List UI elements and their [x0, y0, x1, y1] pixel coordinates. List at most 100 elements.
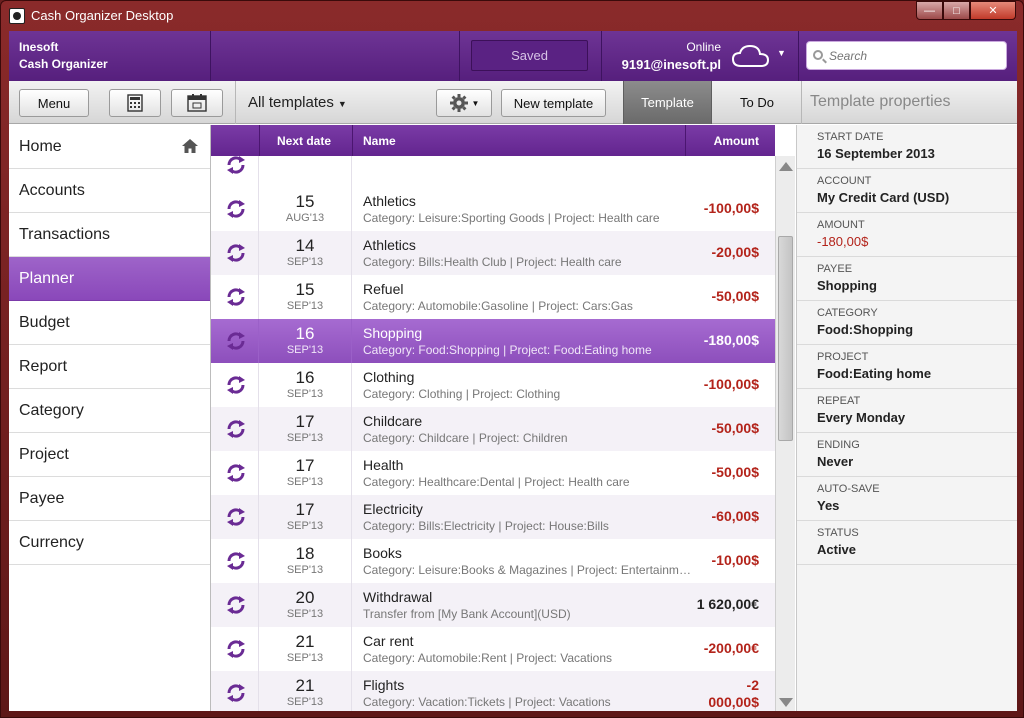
row-date: 14 SEP'13: [259, 231, 352, 275]
sidebar-item-payee[interactable]: Payee: [9, 477, 210, 521]
row-amount: -10,00$: [711, 552, 759, 568]
settings-button[interactable]: ▼: [436, 89, 492, 117]
close-button[interactable]: ✕: [970, 1, 1016, 20]
table-row[interactable]: 18 SEP'13 Books Category: Leisure:Books …: [211, 539, 775, 583]
column-header-name[interactable]: Name: [363, 134, 396, 148]
scroll-up-arrow[interactable]: [779, 162, 793, 171]
property-start-date[interactable]: START DATE 16 September 2013: [797, 125, 1017, 169]
property-category[interactable]: CATEGORY Food:Shopping: [797, 301, 1017, 345]
property-account[interactable]: ACCOUNT My Credit Card (USD): [797, 169, 1017, 213]
row-details: Category: Automobile:Gasoline | Project:…: [363, 299, 633, 313]
repeat-icon: [227, 244, 245, 262]
sidebar-item-label: Report: [19, 357, 68, 375]
repeat-icon: [227, 332, 245, 350]
repeat-icon: [227, 508, 245, 526]
sidebar-item-label: Accounts: [19, 181, 85, 199]
table-row[interactable]: 21 SEP'13 Flights Category: Vacation:Tic…: [211, 671, 775, 711]
tab-template[interactable]: Template: [623, 81, 712, 124]
row-date: 15 SEP'13: [259, 275, 352, 319]
home-icon[interactable]: [182, 139, 198, 153]
table-row[interactable]: 20 SEP'13 Withdrawal Transfer from [My B…: [211, 583, 775, 627]
search-box[interactable]: [806, 41, 1007, 70]
vertical-scrollbar[interactable]: [775, 156, 795, 711]
property-value: Shopping: [817, 278, 877, 293]
row-name-cell: Books Category: Leisure:Books & Magazine…: [363, 545, 693, 579]
row-name-cell: Refuel Category: Automobile:Gasoline | P…: [363, 281, 693, 315]
column-header-date[interactable]: Next date: [277, 134, 331, 148]
scroll-down-arrow[interactable]: [779, 698, 793, 707]
table-row[interactable]: JUL'13 Category: Pet Care:Food | Project…: [211, 156, 775, 187]
row-icon-cell: [211, 539, 259, 583]
minimize-button[interactable]: —: [916, 1, 943, 20]
sidebar-item-currency[interactable]: Currency: [9, 521, 210, 565]
property-repeat[interactable]: REPEAT Every Monday: [797, 389, 1017, 433]
title-bar[interactable]: Cash Organizer Desktop — □ ✕: [1, 1, 1023, 31]
sidebar-item-accounts[interactable]: Accounts: [9, 169, 210, 213]
table-row[interactable]: 21 SEP'13 Car rent Category: Automobile:…: [211, 627, 775, 671]
property-payee[interactable]: PAYEE Shopping: [797, 257, 1017, 301]
row-date: 18 SEP'13: [259, 539, 352, 583]
calculator-button[interactable]: [109, 89, 161, 117]
app-icon: [9, 8, 25, 24]
scroll-thumb[interactable]: [778, 236, 793, 441]
row-details: Category: Childcare | Project: Children: [363, 431, 568, 445]
property-value: 16 September 2013: [817, 146, 935, 161]
table-row[interactable]: 17 SEP'13 Health Category: Healthcare:De…: [211, 451, 775, 495]
row-day: 20: [295, 588, 315, 607]
chevron-down-icon[interactable]: ▼: [777, 48, 786, 58]
row-month: SEP'13: [286, 520, 324, 532]
table-row[interactable]: 15 SEP'13 Refuel Category: Automobile:Ga…: [211, 275, 775, 319]
sidebar-item-transactions[interactable]: Transactions: [9, 213, 210, 257]
row-month: SEP'13: [286, 564, 324, 576]
cloud-icon[interactable]: [731, 43, 771, 69]
grid-rows: JUL'13 Category: Pet Care:Food | Project…: [211, 156, 775, 711]
table-row[interactable]: 16 SEP'13 Shopping Category: Food:Shoppi…: [211, 319, 775, 363]
sidebar-item-label: Home: [19, 137, 62, 155]
table-row[interactable]: 17 SEP'13 Electricity Category: Bills:El…: [211, 495, 775, 539]
row-date: 21 SEP'13: [259, 627, 352, 671]
sidebar-item-category[interactable]: Category: [9, 389, 210, 433]
property-ending[interactable]: ENDING Never: [797, 433, 1017, 477]
table-row[interactable]: 16 SEP'13 Clothing Category: Clothing | …: [211, 363, 775, 407]
row-name-cell: Athletics Category: Bills:Health Club | …: [363, 237, 693, 271]
sidebar-item-label: Planner: [19, 269, 75, 287]
saved-button[interactable]: Saved: [471, 40, 588, 71]
calendar-button[interactable]: [171, 89, 223, 117]
sync-status: Online 9191@inesoft.pl: [621, 39, 721, 73]
row-icon-cell: [211, 495, 259, 539]
maximize-button[interactable]: □: [943, 1, 970, 20]
tab-todo[interactable]: To Do: [713, 81, 801, 124]
calculator-icon: [127, 94, 143, 112]
row-name: Books: [363, 545, 402, 561]
property-value: Yes: [817, 498, 840, 513]
menu-button[interactable]: Menu: [19, 89, 89, 117]
template-filter-dropdown[interactable]: All templates ▼: [248, 94, 347, 111]
property-status[interactable]: STATUS Active: [797, 521, 1017, 565]
table-row[interactable]: 17 SEP'13 Childcare Category: Childcare …: [211, 407, 775, 451]
new-template-button[interactable]: New template: [501, 89, 606, 117]
calendar-icon: [187, 94, 207, 112]
table-row[interactable]: 14 SEP'13 Athletics Category: Bills:Heal…: [211, 231, 775, 275]
column-header-amount[interactable]: Amount: [714, 134, 759, 148]
sidebar-item-budget[interactable]: Budget: [9, 301, 210, 345]
row-name: Athletics: [363, 237, 416, 253]
toolbar-divider: [235, 81, 236, 124]
property-project[interactable]: PROJECT Food:Eating home: [797, 345, 1017, 389]
sidebar-item-report[interactable]: Report: [9, 345, 210, 389]
table-row[interactable]: 15 AUG'13 Athletics Category: Leisure:Sp…: [211, 187, 775, 231]
property-auto-save[interactable]: AUTO-SAVE Yes: [797, 477, 1017, 521]
sidebar-item-planner[interactable]: Planner: [9, 257, 210, 301]
sidebar-item-project[interactable]: Project: [9, 433, 210, 477]
row-details: Category: Automobile:Rent | Project: Vac…: [363, 651, 613, 665]
sidebar-item-home[interactable]: Home: [9, 125, 210, 169]
search-input[interactable]: [829, 46, 999, 65]
row-icon-cell: [211, 627, 259, 671]
row-day: 16: [295, 324, 315, 343]
property-amount[interactable]: AMOUNT -180,00$: [797, 213, 1017, 257]
row-details: Category: Healthcare:Dental | Project: H…: [363, 475, 630, 489]
app-window: Cash Organizer Desktop — □ ✕ Inesoft Cas…: [0, 0, 1024, 718]
row-month: AUG'13: [285, 212, 325, 224]
column-divider: [685, 125, 686, 156]
sidebar-item-label: Category: [19, 401, 84, 419]
repeat-icon: [227, 552, 245, 570]
